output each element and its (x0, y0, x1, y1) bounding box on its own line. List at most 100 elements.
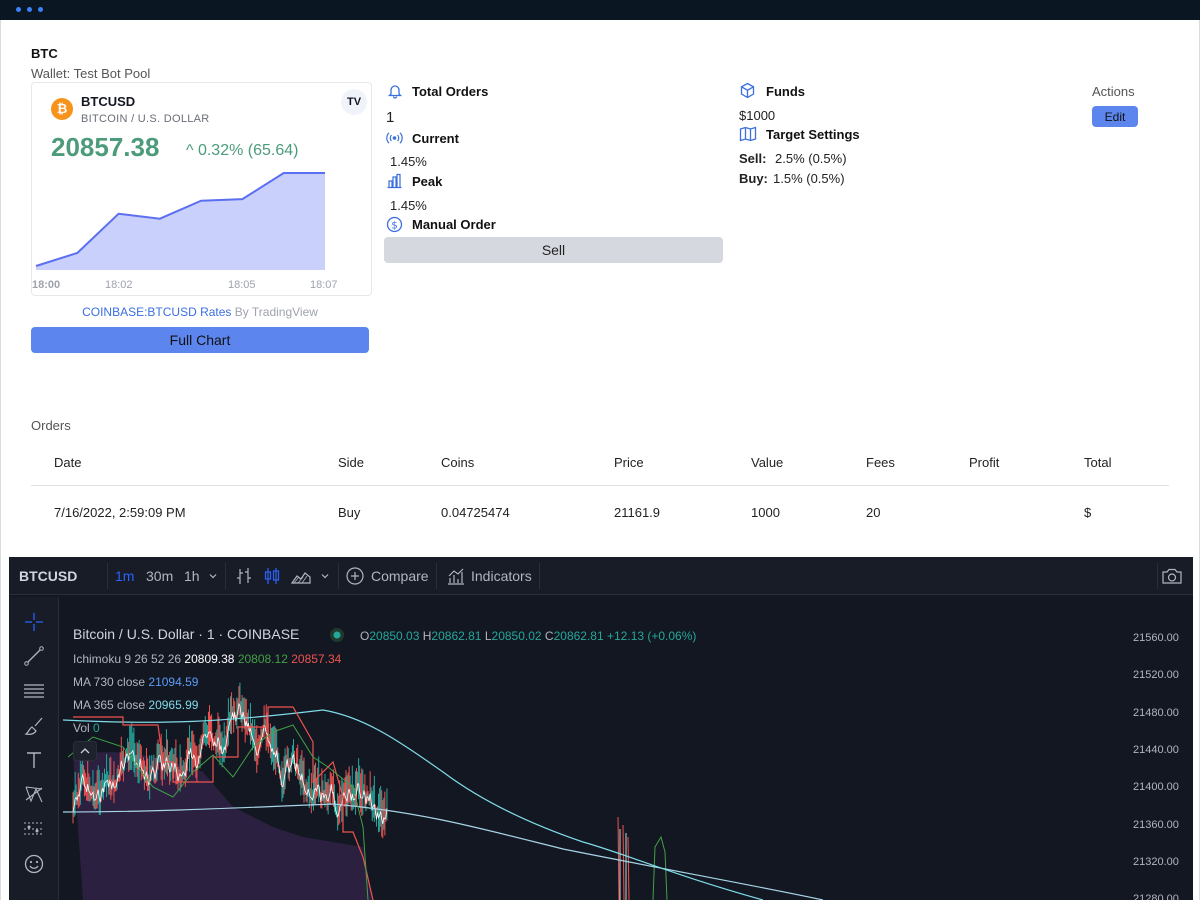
column-header-value[interactable]: Value (751, 455, 783, 470)
cell-total: $ (1084, 505, 1092, 520)
price-axis-label: 21280.00 (1133, 893, 1179, 900)
ohlc-high: 20862.81 (431, 629, 482, 643)
window-controls[interactable] (16, 7, 43, 12)
total-orders-label: Total Orders (412, 84, 489, 99)
column-header-fees[interactable]: Fees (866, 455, 895, 470)
text-tool-icon[interactable] (23, 749, 45, 771)
tick-label: 18:00 (32, 279, 61, 291)
area-fill (36, 173, 325, 270)
current-label: Current (412, 131, 459, 146)
ohlc-change: +12.13 (+0.06%) (607, 629, 697, 643)
crosshair-icon[interactable] (23, 611, 45, 633)
ma730-value: 21094.59 (148, 675, 199, 689)
chevron-down-icon[interactable] (320, 571, 330, 581)
ohlc-low: 20850.02 (491, 629, 542, 643)
tick-label: 18:05 (228, 279, 256, 291)
column-header-date[interactable]: Date (54, 455, 81, 470)
column-header-coins[interactable]: Coins (441, 455, 474, 470)
volume-label: Vol (73, 721, 90, 735)
attribution-link[interactable]: COINBASE:BTCUSD Rates (82, 305, 231, 319)
price-axis-label: 21360.00 (1133, 818, 1179, 831)
sell-target-key: Sell: (739, 151, 767, 166)
widget-symbol: BTCUSD (81, 94, 136, 109)
trend-line-icon[interactable] (23, 645, 45, 667)
ma365-value: 20965.99 (148, 698, 199, 712)
column-header-price[interactable]: Price (614, 455, 644, 470)
cell-side: Buy (338, 505, 361, 520)
funds-value: $1000 (739, 108, 776, 123)
ma365-legend[interactable]: MA 365 close 20965.99 (73, 698, 198, 712)
edit-button[interactable]: Edit (1092, 106, 1138, 127)
ohlc-close-key: C (544, 629, 554, 643)
ma730-label: MA 730 close (73, 675, 146, 689)
mini-area-chart (35, 172, 326, 270)
indicators-button[interactable]: Indicators (471, 568, 532, 584)
symbol-search[interactable]: BTCUSD (19, 568, 77, 584)
bar-style-icon[interactable] (234, 566, 254, 586)
price-axis-label: 21520.00 (1133, 669, 1179, 682)
chart-toolbar: BTCUSD 1m 30m 1h Compare Indicators (9, 557, 1193, 595)
column-header-profit[interactable]: Profit (969, 455, 999, 470)
target-settings-label: Target Settings (766, 127, 860, 142)
plus-circle-icon[interactable] (345, 566, 365, 586)
tradingview-logo-icon[interactable]: TV (341, 89, 367, 115)
ichimoku-value-2: 20808.12 (237, 652, 288, 666)
ichimoku-legend[interactable]: Ichimoku 9 26 52 26 20809.38 20808.12 20… (73, 652, 341, 666)
wallet-label: Wallet: Test Bot Pool (31, 66, 151, 81)
interval-1h[interactable]: 1h (184, 568, 200, 584)
widget-price: 20857.38 (51, 132, 160, 162)
indicators-icon[interactable] (446, 566, 466, 586)
ma730-legend[interactable]: MA 730 close 21094.59 (73, 675, 198, 689)
cell-coins: 0.04725474 (441, 505, 510, 520)
emoji-icon[interactable] (23, 853, 45, 875)
bot-detail-page: BTC Wallet: Test Bot Pool ₿ BTCUSD BITCO… (0, 20, 1200, 900)
funds-label: Funds (766, 84, 805, 99)
compare-button[interactable]: Compare (371, 568, 429, 584)
ichimoku-value-1: 20809.38 (184, 652, 235, 666)
toolbar-separator (539, 563, 540, 589)
symbol-overview-widget[interactable]: ₿ BTCUSD BITCOIN / U.S. DOLLAR TV 20857.… (31, 82, 372, 296)
area-style-icon[interactable] (290, 566, 312, 586)
ohlc-readout: O20850.03 H20862.81 L20850.02 C20862.81 … (360, 629, 696, 643)
market-status-icon (330, 628, 344, 642)
price-axis-label: 21440.00 (1133, 743, 1179, 756)
window-titlebar (0, 0, 1200, 20)
svg-text:$: $ (391, 220, 397, 231)
legend-title[interactable]: Bitcoin / U.S. Dollar · 1 · COINBASE (73, 626, 299, 642)
ichimoku-value-3: 20857.34 (291, 652, 342, 666)
column-header-side[interactable]: Side (338, 455, 364, 470)
peak-value: 1.45% (390, 198, 427, 213)
toolbar-separator (225, 563, 226, 589)
chevron-down-icon[interactable] (208, 571, 218, 581)
cell-price: 21161.9 (614, 505, 661, 520)
cell-value: 1000 (751, 505, 780, 520)
collapse-legend-icon[interactable] (73, 741, 97, 761)
drawing-toolbar (9, 597, 59, 900)
horizontal-lines-icon[interactable] (23, 680, 45, 702)
pattern-icon[interactable] (23, 783, 45, 805)
column-header-total[interactable]: Total (1084, 455, 1111, 470)
tick-label: 18:02 (105, 279, 133, 291)
brush-icon[interactable] (23, 715, 45, 737)
buy-target-value: 1.5% (0.5%) (773, 171, 845, 186)
ohlc-open: 20850.03 (369, 629, 420, 643)
tradingview-chart[interactable]: BTCUSD 1m 30m 1h Compare Indicators Bitc… (9, 557, 1193, 900)
cube-icon (740, 82, 755, 99)
camera-icon[interactable] (1161, 566, 1183, 586)
interval-30m[interactable]: 30m (146, 568, 173, 584)
broadcast-icon (386, 132, 403, 144)
volume-legend[interactable]: Vol 0 (73, 721, 100, 735)
ohlc-open-key: O (360, 629, 370, 643)
full-chart-button[interactable]: Full Chart (31, 327, 369, 353)
prediction-icon[interactable] (23, 817, 45, 839)
price-axis-label: 21480.00 (1133, 706, 1179, 719)
toolbar-separator (436, 563, 437, 589)
dollar-circle-icon: $ (386, 216, 403, 233)
widget-attribution: COINBASE:BTCUSD Rates By TradingView (31, 305, 369, 319)
ohlc-low-key: L (484, 629, 492, 643)
bell-icon (387, 85, 403, 99)
sell-button[interactable]: Sell (384, 237, 723, 263)
candles-icon[interactable] (262, 566, 282, 586)
interval-1m[interactable]: 1m (115, 568, 134, 584)
buy-target-key: Buy: (739, 171, 768, 186)
